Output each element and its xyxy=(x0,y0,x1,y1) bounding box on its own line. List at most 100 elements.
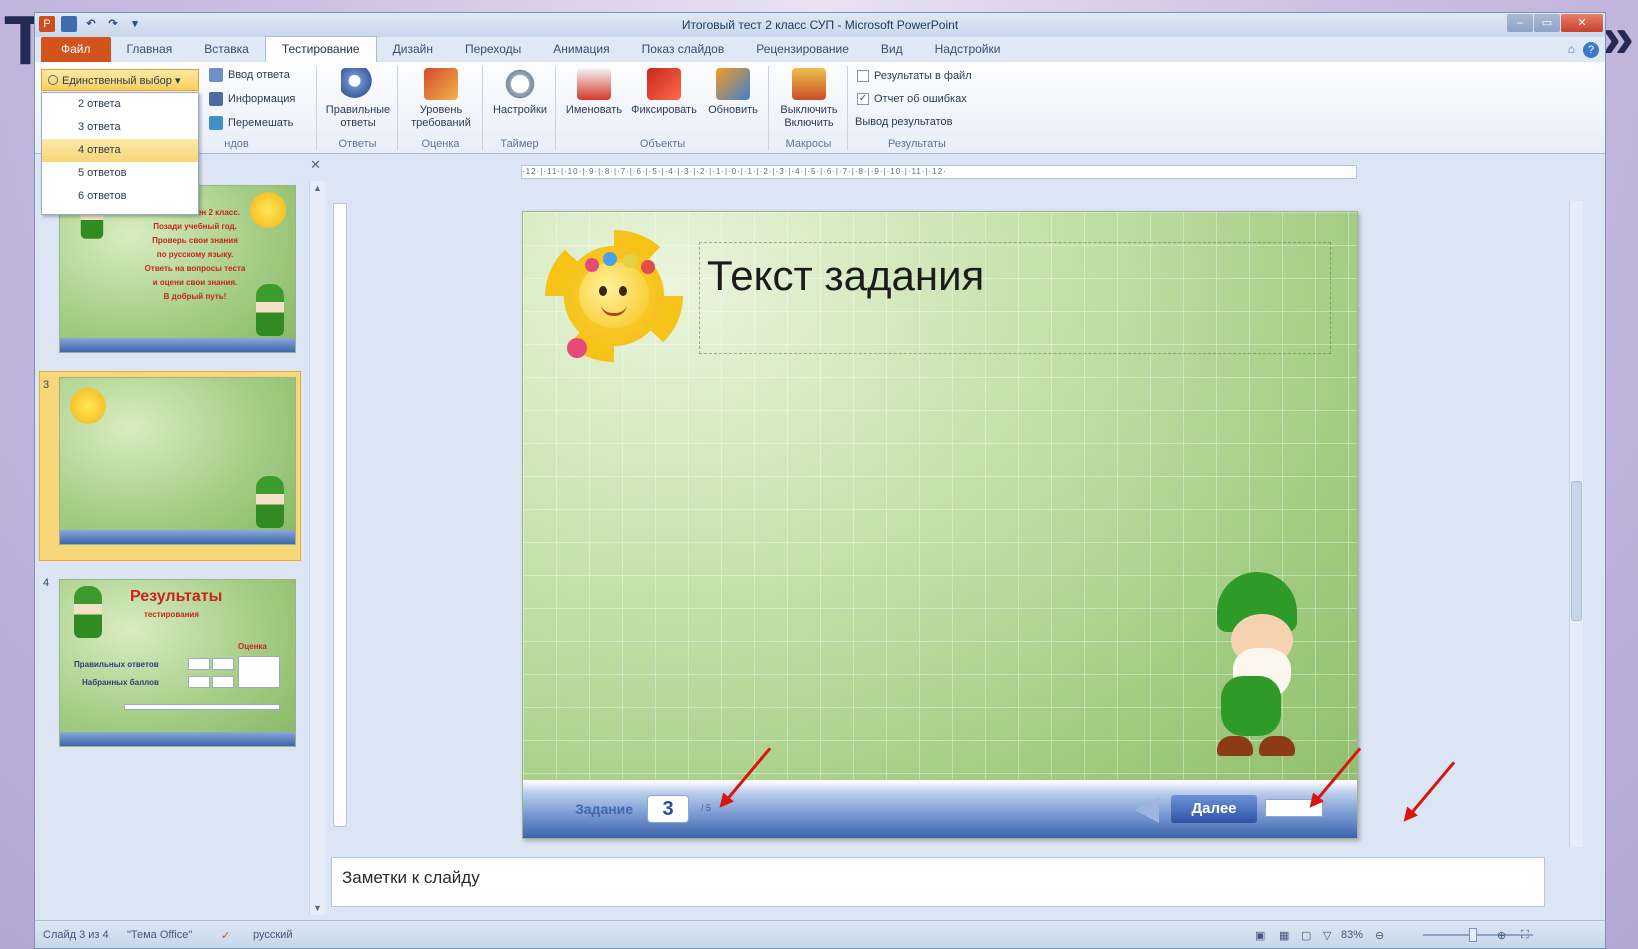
maximize-button[interactable]: ▭ xyxy=(1534,14,1560,32)
tab-animation[interactable]: Анимация xyxy=(537,37,625,62)
results-to-file-checkbox[interactable]: Результаты в файл xyxy=(857,70,972,82)
dropdown-option-5[interactable]: 5 ответов xyxy=(42,162,198,185)
dropdown-option-2[interactable]: 2 ответа xyxy=(42,93,198,116)
dropdown-option-3[interactable]: 3 ответа xyxy=(42,116,198,139)
dropdown-option-4[interactable]: 4 ответа xyxy=(42,139,198,162)
normal-view-icon[interactable]: ▣ xyxy=(1255,929,1265,942)
slide-sorter-icon[interactable]: ▦ xyxy=(1279,929,1289,942)
next-button[interactable]: Далее xyxy=(1171,795,1257,823)
language-indicator[interactable]: русский xyxy=(253,929,292,941)
zoom-level[interactable]: 83% xyxy=(1341,929,1363,941)
ribbon-tabs: Файл Главная Вставка Тестирование Дизайн… xyxy=(35,36,1605,62)
task-label: Задание xyxy=(575,801,634,817)
sun-image[interactable] xyxy=(545,230,683,362)
input-answer-icon xyxy=(209,68,223,82)
question-type-select[interactable]: Единственный выбор ▾ xyxy=(41,69,199,91)
slide-thumbnail-4[interactable]: 4 Результаты тестирования Оценка Правиль… xyxy=(39,575,301,753)
tab-home[interactable]: Главная xyxy=(111,37,189,62)
slideshow-icon[interactable]: ▽ xyxy=(1323,929,1331,942)
refresh-button[interactable]: Обновить xyxy=(701,68,765,117)
slide-number: 4 xyxy=(43,577,50,589)
group-answers-label: Ответы xyxy=(338,138,377,150)
slide-edit-area: ·12·|·11·|·10·|·9·|·8·|·7·|·6·|·5·|·4·|·… xyxy=(325,155,1591,855)
tab-addins[interactable]: Надстройки xyxy=(919,37,1017,62)
sun-image xyxy=(70,388,106,424)
tab-file[interactable]: Файл xyxy=(41,37,111,62)
slide-2-line: по русскому языку. xyxy=(156,250,234,259)
information-icon xyxy=(209,92,223,106)
correct-count-box xyxy=(188,658,210,670)
rename-button[interactable]: Именовать xyxy=(561,68,627,117)
shuffle-button[interactable]: Перемешать xyxy=(209,116,293,130)
gnome-image[interactable] xyxy=(1187,572,1327,764)
theme-name[interactable]: "Тема Office" xyxy=(127,929,192,941)
timer-settings-button[interactable]: Настройки xyxy=(488,68,552,117)
spellcheck-icon[interactable]: ✓ xyxy=(221,929,230,942)
tab-design[interactable]: Дизайн xyxy=(377,37,449,62)
correct-answers-button[interactable]: Правильные ответы xyxy=(322,68,394,130)
sun-face xyxy=(579,262,649,328)
requirements-level-button[interactable]: Уровень требований xyxy=(403,68,479,130)
slide-thumbnail-3[interactable]: 3 xyxy=(39,371,301,567)
zoom-in-icon[interactable]: ⊕ xyxy=(1497,929,1506,942)
dropdown-option-6[interactable]: 6 ответов xyxy=(42,185,198,208)
error-report-checkbox[interactable]: ✓ Отчет об ошибках xyxy=(857,93,967,105)
task-number-field[interactable]: 3 xyxy=(647,795,689,823)
group-objects-label: Объекты xyxy=(639,138,686,150)
slide-navigation-bar: Задание 3 / 5 Далее xyxy=(523,780,1357,838)
close-pane-icon[interactable]: ✕ xyxy=(310,157,321,173)
progress-box xyxy=(124,704,280,710)
sun-eye xyxy=(599,286,607,296)
reading-view-icon[interactable]: ▢ xyxy=(1301,929,1311,942)
slide-4-preview: Результаты тестирования Оценка Правильны… xyxy=(59,579,296,747)
shuffle-label: Перемешать xyxy=(228,117,294,129)
fit-slide-icon[interactable]: ⛶ xyxy=(1521,929,1529,942)
flower xyxy=(641,260,655,274)
fix-button[interactable]: Фиксировать xyxy=(629,68,699,117)
tabs-right-tools: ⌂ ? xyxy=(1568,42,1599,58)
close-button[interactable]: ✕ xyxy=(1561,14,1603,32)
zoom-slider-knob[interactable] xyxy=(1468,928,1477,942)
slide-vertical-scrollbar[interactable] xyxy=(1569,201,1583,847)
percent-icon xyxy=(424,68,458,100)
correct-answers-count-label: Правильных ответов xyxy=(74,660,159,669)
window-title: Итоговый тест 2 класс СУП - Microsoft Po… xyxy=(681,18,959,32)
shuffle-icon xyxy=(209,116,223,130)
ribbon-testing: Ввод ответа Информация Перемешать ндов П… xyxy=(35,62,1605,154)
rename-label: Именовать xyxy=(565,104,623,116)
input-answer-button[interactable]: Ввод ответа xyxy=(209,68,290,82)
zoom-out-icon[interactable]: ⊖ xyxy=(1375,929,1384,942)
minimize-ribbon-icon[interactable]: ⌂ xyxy=(1568,42,1575,58)
slides-pane-scrollbar[interactable]: ▲ ▼ xyxy=(309,181,325,915)
slide-title[interactable]: Текст задания xyxy=(707,252,984,300)
tab-review[interactable]: Рецензирование xyxy=(740,37,865,62)
group-timer-label: Таймер xyxy=(500,138,539,150)
scroll-down-icon[interactable]: ▼ xyxy=(313,903,322,913)
output-results-button[interactable]: Вывод результатов xyxy=(855,116,952,128)
notes-input[interactable]: Заметки к слайду xyxy=(331,857,1545,907)
slide-nav-bar xyxy=(60,338,295,352)
answer-count-dropdown: 2 ответа 3 ответа 4 ответа 5 ответов 6 о… xyxy=(41,92,199,215)
error-report-label: Отчет об ошибках xyxy=(874,93,967,105)
help-icon[interactable]: ? xyxy=(1583,42,1599,58)
tab-slideshow[interactable]: Показ слайдов xyxy=(626,37,741,62)
slide-number: 3 xyxy=(43,379,50,391)
tab-transitions[interactable]: Переходы xyxy=(449,37,537,62)
minimize-button[interactable]: – xyxy=(1507,14,1533,32)
previous-arrow-icon[interactable] xyxy=(1135,797,1159,823)
macro-toggle-button[interactable]: Выключить Включить xyxy=(774,68,844,130)
tab-view[interactable]: Вид xyxy=(865,37,919,62)
points-total-box xyxy=(212,676,234,688)
group-grade-label: Оценка xyxy=(421,138,460,150)
correct-total-box xyxy=(212,658,234,670)
horizontal-ruler: ·12·|·11·|·10·|·9·|·8·|·7·|·6·|·5·|·4·|·… xyxy=(521,165,1357,179)
slide-2-line: Позади учебный год. xyxy=(153,222,237,231)
scrollbar-thumb[interactable] xyxy=(1571,481,1582,621)
fix-label: Фиксировать xyxy=(631,104,697,116)
zoom-slider[interactable] xyxy=(1423,928,1533,942)
tab-insert[interactable]: Вставка xyxy=(188,37,265,62)
scroll-up-icon[interactable]: ▲ xyxy=(313,183,322,193)
tab-testing[interactable]: Тестирование xyxy=(264,36,377,62)
slide-canvas[interactable]: Текст задания Задание 3 / 5 Далее xyxy=(522,211,1358,839)
information-button[interactable]: Информация xyxy=(209,92,295,106)
